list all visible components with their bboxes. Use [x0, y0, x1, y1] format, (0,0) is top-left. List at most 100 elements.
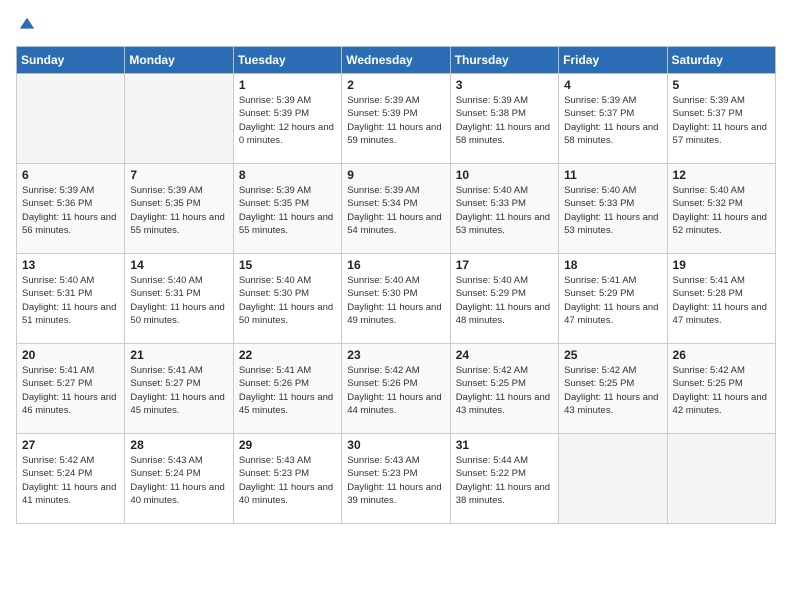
- cell-info: Sunrise: 5:40 AMSunset: 5:31 PMDaylight:…: [130, 274, 227, 327]
- cell-info: Sunrise: 5:40 AMSunset: 5:29 PMDaylight:…: [456, 274, 553, 327]
- day-number: 17: [456, 258, 553, 272]
- day-number: 16: [347, 258, 444, 272]
- cell-info: Sunrise: 5:44 AMSunset: 5:22 PMDaylight:…: [456, 454, 553, 507]
- day-number: 12: [673, 168, 770, 182]
- day-number: 5: [673, 78, 770, 92]
- day-number: 10: [456, 168, 553, 182]
- day-number: 4: [564, 78, 661, 92]
- cell-info: Sunrise: 5:42 AMSunset: 5:25 PMDaylight:…: [673, 364, 770, 417]
- cell-info: Sunrise: 5:40 AMSunset: 5:31 PMDaylight:…: [22, 274, 119, 327]
- cell-info: Sunrise: 5:41 AMSunset: 5:26 PMDaylight:…: [239, 364, 336, 417]
- calendar-cell: 27 Sunrise: 5:42 AMSunset: 5:24 PMDaylig…: [17, 434, 125, 524]
- day-number: 2: [347, 78, 444, 92]
- calendar-cell: 3 Sunrise: 5:39 AMSunset: 5:38 PMDayligh…: [450, 74, 558, 164]
- calendar-header-row: SundayMondayTuesdayWednesdayThursdayFrid…: [17, 47, 776, 74]
- calendar-cell: 26 Sunrise: 5:42 AMSunset: 5:25 PMDaylig…: [667, 344, 775, 434]
- calendar-cell: 25 Sunrise: 5:42 AMSunset: 5:25 PMDaylig…: [559, 344, 667, 434]
- header-day-monday: Monday: [125, 47, 233, 74]
- day-number: 14: [130, 258, 227, 272]
- cell-info: Sunrise: 5:43 AMSunset: 5:23 PMDaylight:…: [239, 454, 336, 507]
- cell-info: Sunrise: 5:42 AMSunset: 5:26 PMDaylight:…: [347, 364, 444, 417]
- calendar-cell: 31 Sunrise: 5:44 AMSunset: 5:22 PMDaylig…: [450, 434, 558, 524]
- header-day-friday: Friday: [559, 47, 667, 74]
- day-number: 15: [239, 258, 336, 272]
- calendar-cell: 20 Sunrise: 5:41 AMSunset: 5:27 PMDaylig…: [17, 344, 125, 434]
- cell-info: Sunrise: 5:39 AMSunset: 5:34 PMDaylight:…: [347, 184, 444, 237]
- calendar-cell: 18 Sunrise: 5:41 AMSunset: 5:29 PMDaylig…: [559, 254, 667, 344]
- calendar-week-row: 27 Sunrise: 5:42 AMSunset: 5:24 PMDaylig…: [17, 434, 776, 524]
- cell-info: Sunrise: 5:41 AMSunset: 5:27 PMDaylight:…: [130, 364, 227, 417]
- calendar-week-row: 1 Sunrise: 5:39 AMSunset: 5:39 PMDayligh…: [17, 74, 776, 164]
- cell-info: Sunrise: 5:41 AMSunset: 5:28 PMDaylight:…: [673, 274, 770, 327]
- logo-icon: [18, 16, 36, 34]
- day-number: 25: [564, 348, 661, 362]
- day-number: 3: [456, 78, 553, 92]
- day-number: 8: [239, 168, 336, 182]
- logo: [16, 16, 36, 34]
- day-number: 27: [22, 438, 119, 452]
- header-day-sunday: Sunday: [17, 47, 125, 74]
- calendar-cell: 14 Sunrise: 5:40 AMSunset: 5:31 PMDaylig…: [125, 254, 233, 344]
- day-number: 13: [22, 258, 119, 272]
- cell-info: Sunrise: 5:40 AMSunset: 5:33 PMDaylight:…: [564, 184, 661, 237]
- day-number: 7: [130, 168, 227, 182]
- header-day-thursday: Thursday: [450, 47, 558, 74]
- cell-info: Sunrise: 5:39 AMSunset: 5:36 PMDaylight:…: [22, 184, 119, 237]
- header-day-wednesday: Wednesday: [342, 47, 450, 74]
- calendar-cell: 6 Sunrise: 5:39 AMSunset: 5:36 PMDayligh…: [17, 164, 125, 254]
- day-number: 20: [22, 348, 119, 362]
- day-number: 28: [130, 438, 227, 452]
- calendar-cell: 22 Sunrise: 5:41 AMSunset: 5:26 PMDaylig…: [233, 344, 341, 434]
- calendar-cell: 11 Sunrise: 5:40 AMSunset: 5:33 PMDaylig…: [559, 164, 667, 254]
- cell-info: Sunrise: 5:39 AMSunset: 5:38 PMDaylight:…: [456, 94, 553, 147]
- cell-info: Sunrise: 5:39 AMSunset: 5:39 PMDaylight:…: [347, 94, 444, 147]
- calendar-cell: 9 Sunrise: 5:39 AMSunset: 5:34 PMDayligh…: [342, 164, 450, 254]
- day-number: 9: [347, 168, 444, 182]
- day-number: 26: [673, 348, 770, 362]
- calendar-cell: 24 Sunrise: 5:42 AMSunset: 5:25 PMDaylig…: [450, 344, 558, 434]
- calendar-cell: 10 Sunrise: 5:40 AMSunset: 5:33 PMDaylig…: [450, 164, 558, 254]
- calendar-week-row: 20 Sunrise: 5:41 AMSunset: 5:27 PMDaylig…: [17, 344, 776, 434]
- calendar-cell: [667, 434, 775, 524]
- cell-info: Sunrise: 5:41 AMSunset: 5:27 PMDaylight:…: [22, 364, 119, 417]
- calendar-cell: 17 Sunrise: 5:40 AMSunset: 5:29 PMDaylig…: [450, 254, 558, 344]
- calendar-cell: 28 Sunrise: 5:43 AMSunset: 5:24 PMDaylig…: [125, 434, 233, 524]
- cell-info: Sunrise: 5:43 AMSunset: 5:24 PMDaylight:…: [130, 454, 227, 507]
- cell-info: Sunrise: 5:39 AMSunset: 5:39 PMDaylight:…: [239, 94, 336, 147]
- calendar-week-row: 13 Sunrise: 5:40 AMSunset: 5:31 PMDaylig…: [17, 254, 776, 344]
- calendar-cell: 23 Sunrise: 5:42 AMSunset: 5:26 PMDaylig…: [342, 344, 450, 434]
- day-number: 19: [673, 258, 770, 272]
- calendar-cell: 30 Sunrise: 5:43 AMSunset: 5:23 PMDaylig…: [342, 434, 450, 524]
- calendar-week-row: 6 Sunrise: 5:39 AMSunset: 5:36 PMDayligh…: [17, 164, 776, 254]
- header-day-tuesday: Tuesday: [233, 47, 341, 74]
- day-number: 6: [22, 168, 119, 182]
- cell-info: Sunrise: 5:40 AMSunset: 5:30 PMDaylight:…: [239, 274, 336, 327]
- calendar-cell: 4 Sunrise: 5:39 AMSunset: 5:37 PMDayligh…: [559, 74, 667, 164]
- calendar-cell: 19 Sunrise: 5:41 AMSunset: 5:28 PMDaylig…: [667, 254, 775, 344]
- calendar-cell: 29 Sunrise: 5:43 AMSunset: 5:23 PMDaylig…: [233, 434, 341, 524]
- calendar-cell: 13 Sunrise: 5:40 AMSunset: 5:31 PMDaylig…: [17, 254, 125, 344]
- day-number: 11: [564, 168, 661, 182]
- calendar-cell: 1 Sunrise: 5:39 AMSunset: 5:39 PMDayligh…: [233, 74, 341, 164]
- calendar-cell: [559, 434, 667, 524]
- cell-info: Sunrise: 5:42 AMSunset: 5:24 PMDaylight:…: [22, 454, 119, 507]
- day-number: 30: [347, 438, 444, 452]
- day-number: 23: [347, 348, 444, 362]
- day-number: 18: [564, 258, 661, 272]
- calendar-cell: 15 Sunrise: 5:40 AMSunset: 5:30 PMDaylig…: [233, 254, 341, 344]
- cell-info: Sunrise: 5:42 AMSunset: 5:25 PMDaylight:…: [456, 364, 553, 417]
- page-header: [16, 16, 776, 34]
- day-number: 21: [130, 348, 227, 362]
- day-number: 31: [456, 438, 553, 452]
- cell-info: Sunrise: 5:39 AMSunset: 5:37 PMDaylight:…: [564, 94, 661, 147]
- cell-info: Sunrise: 5:40 AMSunset: 5:33 PMDaylight:…: [456, 184, 553, 237]
- calendar-cell: 2 Sunrise: 5:39 AMSunset: 5:39 PMDayligh…: [342, 74, 450, 164]
- day-number: 1: [239, 78, 336, 92]
- day-number: 29: [239, 438, 336, 452]
- cell-info: Sunrise: 5:42 AMSunset: 5:25 PMDaylight:…: [564, 364, 661, 417]
- cell-info: Sunrise: 5:40 AMSunset: 5:30 PMDaylight:…: [347, 274, 444, 327]
- cell-info: Sunrise: 5:39 AMSunset: 5:35 PMDaylight:…: [130, 184, 227, 237]
- calendar-cell: 16 Sunrise: 5:40 AMSunset: 5:30 PMDaylig…: [342, 254, 450, 344]
- calendar-table: SundayMondayTuesdayWednesdayThursdayFrid…: [16, 46, 776, 524]
- cell-info: Sunrise: 5:39 AMSunset: 5:35 PMDaylight:…: [239, 184, 336, 237]
